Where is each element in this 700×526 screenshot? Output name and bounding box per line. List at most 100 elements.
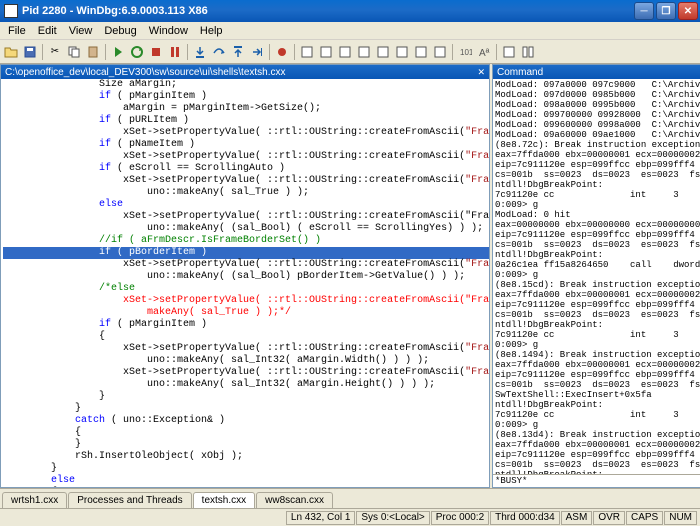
- command-prompt: *BUSY*: [495, 476, 527, 486]
- source-file-path: C:\openoffice_dev\local_DEV300\sw\source…: [5, 67, 286, 78]
- code-line[interactable]: xSet->setPropertyValue( ::rtl::OUString:…: [3, 367, 489, 379]
- status-asm: ASM: [561, 511, 593, 525]
- menu-debug[interactable]: Debug: [98, 24, 142, 38]
- code-line[interactable]: }: [3, 403, 489, 415]
- menu-file[interactable]: File: [2, 24, 32, 38]
- watch-window-button[interactable]: [317, 43, 335, 61]
- code-line[interactable]: }: [3, 439, 489, 451]
- tab-wrtsh1-cxx[interactable]: wrtsh1.cxx: [2, 492, 67, 508]
- code-line[interactable]: xSet->setPropertyValue( ::rtl::OUString:…: [3, 211, 489, 223]
- status-ovr: OVR: [593, 511, 625, 525]
- code-line[interactable]: if ( eScroll == ScrollingAuto ): [3, 163, 489, 175]
- tab-ww8scan-cxx[interactable]: ww8scan.cxx: [256, 492, 333, 508]
- code-line[interactable]: uno::makeAny( sal_Int32( aMargin.Height(…: [3, 379, 489, 391]
- save-button[interactable]: [21, 43, 39, 61]
- code-line[interactable]: xSet->setPropertyValue( ::rtl::OUString:…: [3, 175, 489, 187]
- code-line[interactable]: makeAny( sal_True ) );*/: [3, 307, 489, 319]
- code-line[interactable]: xSet->setPropertyValue( ::rtl::OUString:…: [3, 127, 489, 139]
- status-proc: Proc 000:2: [431, 511, 489, 525]
- go-button[interactable]: [109, 43, 127, 61]
- code-line[interactable]: uno::makeAny( (sal_Bool) pBorderItem->Ge…: [3, 271, 489, 283]
- window-titlebar: Pid 2280 - WinDbg:6.9.0003.113 X86 ─ ❐ ✕: [0, 0, 700, 22]
- command-input[interactable]: [527, 476, 700, 486]
- close-button[interactable]: ✕: [678, 2, 698, 20]
- stop-button[interactable]: [147, 43, 165, 61]
- copy-button[interactable]: [65, 43, 83, 61]
- command-output[interactable]: ModLoad: 097a0000 097c9000 C:\Archivos d…: [493, 79, 700, 474]
- command-window-button[interactable]: [298, 43, 316, 61]
- status-sys: Sys 0:<Local>: [356, 511, 429, 525]
- paste-button[interactable]: [84, 43, 102, 61]
- code-line[interactable]: xSet->setPropertyValue( ::rtl::OUString:…: [3, 259, 489, 271]
- pane-close-icon[interactable]: ✕: [477, 67, 485, 78]
- locals-window-button[interactable]: [336, 43, 354, 61]
- code-line[interactable]: else: [3, 199, 489, 211]
- cut-button[interactable]: ✂: [46, 43, 64, 61]
- open-button[interactable]: [2, 43, 20, 61]
- workspace: C:\openoffice_dev\local_DEV300\sw\source…: [0, 64, 700, 488]
- code-line[interactable]: if ( pBorderItem ): [3, 247, 489, 259]
- breakpoint-button[interactable]: [273, 43, 291, 61]
- svg-text:Aª: Aª: [479, 48, 490, 59]
- break-button[interactable]: [166, 43, 184, 61]
- code-line[interactable]: catch ( uno::Exception& ): [3, 415, 489, 427]
- status-thread: Thrd 000:d34: [490, 511, 560, 525]
- run-to-cursor-button[interactable]: [248, 43, 266, 61]
- status-num: NUM: [664, 511, 697, 525]
- menu-view[interactable]: View: [63, 24, 99, 38]
- registers-window-button[interactable]: [355, 43, 373, 61]
- window-arrange-button[interactable]: [519, 43, 537, 61]
- code-line[interactable]: xSet->setPropertyValue( ::rtl::OUString:…: [3, 295, 489, 307]
- code-line[interactable]: if ( pURLItem ): [3, 115, 489, 127]
- code-line[interactable]: {: [3, 427, 489, 439]
- tab-textsh-cxx[interactable]: textsh.cxx: [193, 492, 255, 508]
- toolbar-separator: [105, 44, 106, 60]
- step-out-button[interactable]: [229, 43, 247, 61]
- source-mode-button[interactable]: 101: [456, 43, 474, 61]
- code-line[interactable]: if ( pMarginItem ): [3, 91, 489, 103]
- svg-text:101: 101: [460, 48, 472, 57]
- code-line[interactable]: uno::makeAny( (sal_Bool) ( eScroll == Sc…: [3, 223, 489, 235]
- scratch-window-button[interactable]: [431, 43, 449, 61]
- maximize-button[interactable]: ❐: [656, 2, 676, 20]
- step-into-button[interactable]: [191, 43, 209, 61]
- menu-help[interactable]: Help: [194, 24, 229, 38]
- minimize-button[interactable]: ─: [634, 2, 654, 20]
- code-line[interactable]: else: [3, 475, 489, 487]
- tab-processes-and-threads[interactable]: Processes and Threads: [68, 492, 191, 508]
- toolbar-separator: [294, 44, 295, 60]
- font-button[interactable]: Aª: [475, 43, 493, 61]
- command-pane-title: Command ✕: [493, 65, 700, 79]
- memory-window-button[interactable]: [374, 43, 392, 61]
- document-tabbar: wrtsh1.cxxProcesses and Threadstextsh.cx…: [0, 488, 700, 508]
- command-pane-label: Command: [497, 67, 543, 78]
- command-pane: Command ✕ ModLoad: 097a0000 097c9000 C:\…: [492, 64, 700, 488]
- code-line[interactable]: xSet->setPropertyValue( ::rtl::OUString:…: [3, 343, 489, 355]
- toolbar-separator: [452, 44, 453, 60]
- code-line[interactable]: }: [3, 391, 489, 403]
- code-line[interactable]: {: [3, 331, 489, 343]
- command-input-row: *BUSY*: [493, 474, 700, 487]
- code-line[interactable]: uno::makeAny( sal_Int32( aMargin.Width()…: [3, 355, 489, 367]
- code-line[interactable]: if ( pMarginItem ): [3, 319, 489, 331]
- options-button[interactable]: [500, 43, 518, 61]
- source-code-area[interactable]: Size aMargin; if ( pMarginItem ) aMargin…: [1, 79, 489, 487]
- toolbar-separator: [269, 44, 270, 60]
- callstack-window-button[interactable]: [393, 43, 411, 61]
- toolbar-separator: [187, 44, 188, 60]
- disasm-window-button[interactable]: [412, 43, 430, 61]
- code-line[interactable]: aMargin = pMarginItem->GetSize();: [3, 103, 489, 115]
- step-over-button[interactable]: [210, 43, 228, 61]
- restart-button[interactable]: [128, 43, 146, 61]
- code-line[interactable]: //if ( aFrmDescr.IsFrameBorderSet() ): [3, 235, 489, 247]
- toolbar-separator: [496, 44, 497, 60]
- menu-edit[interactable]: Edit: [32, 24, 63, 38]
- code-line[interactable]: if ( pNameItem ): [3, 139, 489, 151]
- code-line[interactable]: uno::makeAny( sal_True ) );: [3, 187, 489, 199]
- code-line[interactable]: }: [3, 463, 489, 475]
- code-line[interactable]: /*else: [3, 283, 489, 295]
- code-line[interactable]: rSh.InsertOleObject( xObj );: [3, 451, 489, 463]
- code-line[interactable]: xSet->setPropertyValue( ::rtl::OUString:…: [3, 151, 489, 163]
- code-line[interactable]: Size aMargin;: [3, 79, 489, 91]
- menu-window[interactable]: Window: [143, 24, 194, 38]
